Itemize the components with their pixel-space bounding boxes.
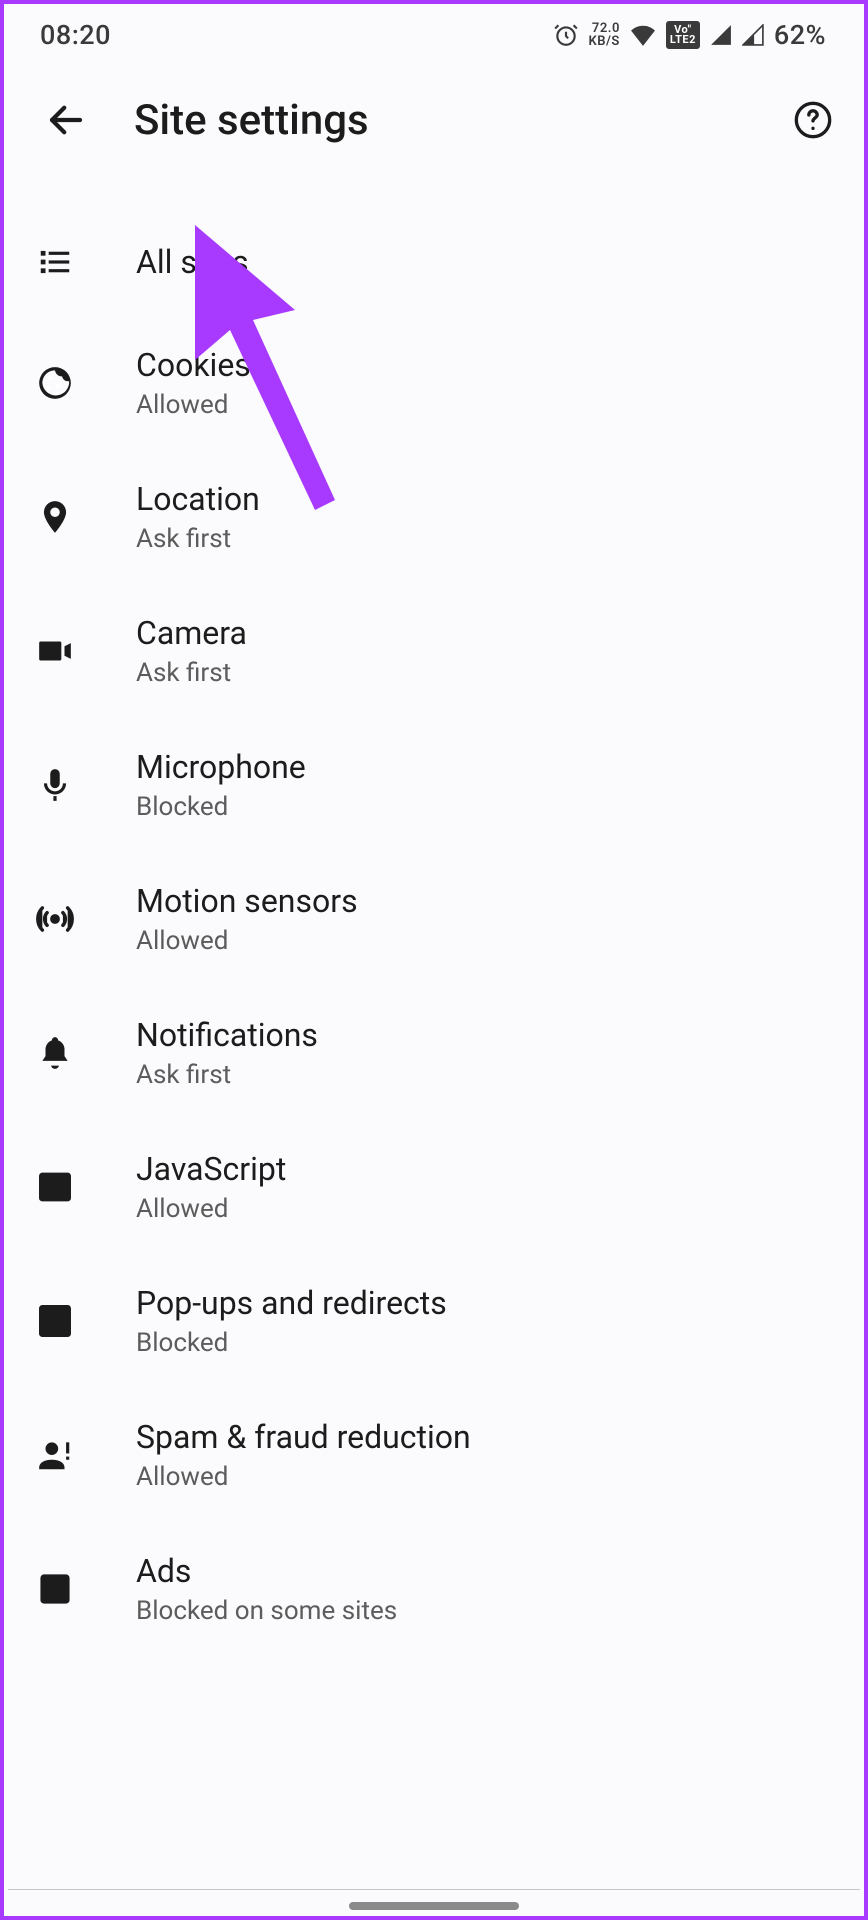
ads-icon xyxy=(36,1570,136,1608)
netspeed-indicator: 72.0 KB/S xyxy=(589,22,620,48)
setting-ads[interactable]: Ads Blocked on some sites xyxy=(0,1522,868,1656)
signal-icon-2 xyxy=(742,24,764,46)
setting-label: Camera xyxy=(136,614,247,652)
help-icon xyxy=(793,100,833,140)
microphone-icon xyxy=(36,766,136,804)
bell-icon xyxy=(36,1034,136,1072)
setting-microphone[interactable]: Microphone Blocked xyxy=(0,718,868,852)
setting-label: Microphone xyxy=(136,748,306,786)
divider xyxy=(8,1889,860,1890)
location-icon xyxy=(36,498,136,536)
setting-sublabel: Blocked on some sites xyxy=(136,1596,397,1626)
battery-text: 62% xyxy=(774,19,826,51)
app-header: Site settings xyxy=(0,70,868,170)
volte-icon: Vo" LTE2 xyxy=(666,21,700,49)
setting-label: Ads xyxy=(136,1552,397,1590)
setting-sublabel: Allowed xyxy=(136,1462,471,1492)
popup-icon xyxy=(36,1302,136,1340)
setting-label: Spam & fraud reduction xyxy=(136,1418,471,1456)
setting-sublabel: Allowed xyxy=(136,1194,286,1224)
alarm-icon xyxy=(553,22,579,48)
setting-sublabel: Allowed xyxy=(136,926,358,956)
setting-notifications[interactable]: Notifications Ask first xyxy=(0,986,868,1120)
page-title: Site settings xyxy=(134,96,788,145)
setting-popups[interactable]: Pop-ups and redirects Blocked xyxy=(0,1254,868,1388)
settings-list: All sites Cookies Allowed Location Ask f… xyxy=(0,170,868,1656)
setting-javascript[interactable]: JavaScript Allowed xyxy=(0,1120,868,1254)
setting-location[interactable]: Location Ask first xyxy=(0,450,868,584)
status-bar: 08:20 72.0 KB/S Vo" LTE2 62% xyxy=(0,0,868,70)
setting-label: All sites xyxy=(136,243,249,281)
setting-label: JavaScript xyxy=(136,1150,286,1188)
setting-all-sites[interactable]: All sites xyxy=(0,208,868,316)
setting-sublabel: Ask first xyxy=(136,658,247,688)
setting-cookies[interactable]: Cookies Allowed xyxy=(0,316,868,450)
signal-icon-1 xyxy=(710,24,732,46)
setting-label: Cookies xyxy=(136,346,251,384)
setting-sublabel: Ask first xyxy=(136,524,260,554)
setting-sublabel: Blocked xyxy=(136,792,306,822)
setting-motion-sensors[interactable]: Motion sensors Allowed xyxy=(0,852,868,986)
back-button[interactable] xyxy=(36,90,96,150)
person-alert-icon xyxy=(36,1436,136,1474)
cookie-icon xyxy=(36,364,136,402)
gesture-bar xyxy=(349,1902,519,1910)
status-right: 72.0 KB/S Vo" LTE2 62% xyxy=(553,19,827,51)
setting-label: Motion sensors xyxy=(136,882,358,920)
camera-icon xyxy=(36,632,136,670)
setting-sublabel: Ask first xyxy=(136,1060,318,1090)
arrow-left-icon xyxy=(45,99,87,141)
javascript-icon xyxy=(36,1168,136,1206)
help-button[interactable] xyxy=(788,95,838,145)
setting-spam-fraud[interactable]: Spam & fraud reduction Allowed xyxy=(0,1388,868,1522)
setting-sublabel: Allowed xyxy=(136,390,251,420)
setting-label: Notifications xyxy=(136,1016,318,1054)
motion-icon xyxy=(36,900,136,938)
setting-camera[interactable]: Camera Ask first xyxy=(0,584,868,718)
setting-label: Location xyxy=(136,480,260,518)
setting-sublabel: Blocked xyxy=(136,1328,447,1358)
status-time: 08:20 xyxy=(40,19,553,51)
wifi-icon xyxy=(630,24,656,46)
setting-label: Pop-ups and redirects xyxy=(136,1284,447,1322)
list-icon xyxy=(36,243,136,281)
